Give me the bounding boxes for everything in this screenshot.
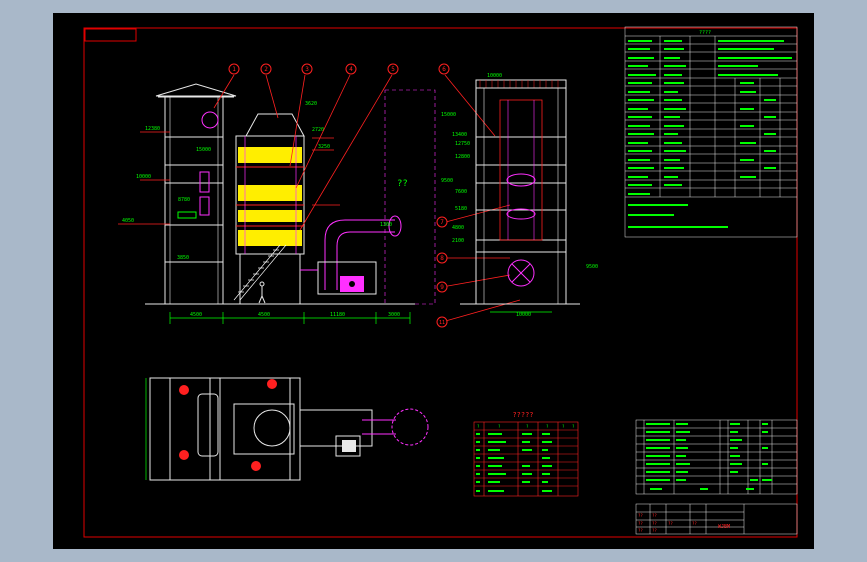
- dim-label: 4500: [190, 312, 202, 318]
- title-cell: ??: [652, 513, 657, 518]
- balloon: 9: [436, 281, 448, 293]
- svg-text:2100: 2100: [452, 238, 464, 244]
- svg-text:10000: 10000: [487, 73, 502, 79]
- title-cell: ??: [668, 521, 673, 526]
- svg-text:7: 7: [440, 219, 444, 226]
- center-marker: ??: [397, 179, 408, 189]
- dim-label: 3000: [388, 312, 400, 318]
- balloon: 1: [228, 63, 240, 75]
- svg-text:9: 9: [440, 284, 444, 291]
- small-note: 3620: [305, 101, 317, 107]
- balloon: 11: [436, 316, 448, 328]
- dim-label: 11180: [330, 312, 345, 318]
- svg-text:11: 11: [439, 320, 445, 326]
- balloon: 8: [436, 252, 448, 264]
- svg-text:1: 1: [232, 66, 236, 73]
- svg-text:12800: 12800: [455, 154, 470, 160]
- level-label: 4050: [122, 218, 134, 224]
- small-note: 3250: [318, 144, 330, 150]
- balloon: 6: [438, 63, 450, 75]
- level-label: 15000: [196, 147, 211, 153]
- svg-text:15000: 15000: [441, 112, 456, 118]
- svg-text:10000: 10000: [516, 312, 531, 318]
- spec-table-title: ????: [699, 30, 711, 36]
- svg-text:13400: 13400: [452, 132, 467, 138]
- title-cell: ??: [652, 528, 657, 533]
- svg-text:9500: 9500: [586, 264, 598, 270]
- level-label: 8780: [178, 197, 190, 203]
- dim-label: 4500: [258, 312, 270, 318]
- title-cell: ??: [638, 528, 643, 533]
- svg-text:4800: 4800: [452, 225, 464, 231]
- svg-text:9500: 9500: [441, 178, 453, 184]
- balloon: 7: [436, 216, 448, 228]
- small-note: 1300: [380, 222, 392, 228]
- title-cell: ??: [692, 521, 697, 526]
- balloon: 3: [301, 63, 313, 75]
- level-label: 10000: [136, 174, 151, 180]
- svg-text:12750: 12750: [455, 141, 470, 147]
- svg-text:8: 8: [440, 255, 444, 262]
- balloon: 5: [387, 63, 399, 75]
- balloon: 4: [345, 63, 357, 75]
- balloon: 2: [260, 63, 272, 75]
- title-cell: ??: [638, 513, 643, 518]
- parts-table-title: ?????: [512, 411, 533, 419]
- svg-text:4: 4: [349, 66, 353, 73]
- svg-text:6: 6: [442, 66, 446, 73]
- drawing-sheet: [53, 13, 814, 549]
- svg-text:3: 3: [305, 66, 309, 73]
- cad-drawing-canvas: 12380 15000 10000 8780 4050 3850 4500 45…: [53, 13, 814, 549]
- svg-text:5180: 5180: [455, 206, 467, 212]
- svg-text:7600: 7600: [455, 189, 467, 195]
- title-cell: ??: [638, 521, 643, 526]
- title-stamp: WJBM: [718, 524, 730, 530]
- title-cell: ??: [652, 521, 657, 526]
- level-label: 12380: [145, 126, 160, 132]
- svg-text:2: 2: [264, 66, 268, 73]
- small-note: 2720: [312, 127, 324, 133]
- level-label: 3850: [177, 255, 189, 261]
- svg-text:5: 5: [391, 66, 395, 73]
